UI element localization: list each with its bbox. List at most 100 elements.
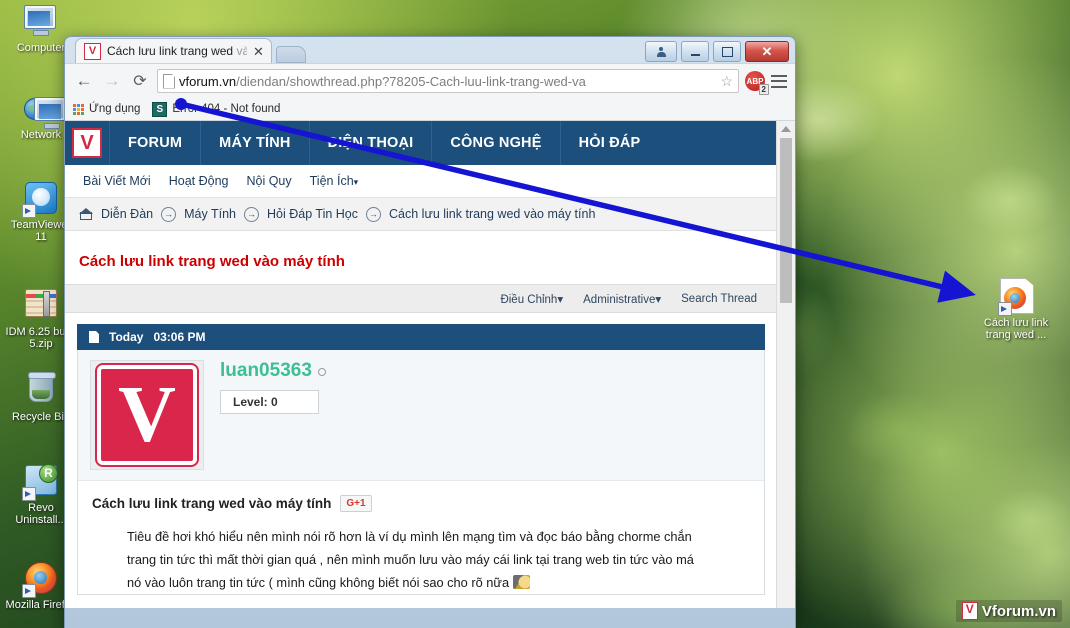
revo-uninstaller-icon (22, 464, 58, 501)
window-titlebar[interactable]: V Cách lưu link trang wed và ✕ ✕ (65, 37, 795, 63)
page-content: V FORUM MÁY TÍNH ĐIỆN THOẠI CÔNG NGHỆ HỎ… (65, 121, 777, 608)
nav-item-may-tinh[interactable]: MÁY TÍNH (200, 121, 308, 165)
minimize-button[interactable] (681, 41, 709, 62)
firefox-html-shortcut-icon (998, 278, 1034, 316)
shortcut-overlay-icon (22, 204, 36, 218)
teamviewer-icon (22, 182, 58, 218)
post-header: Today 03:06 PM (77, 324, 765, 350)
nav-item-hoi-dap[interactable]: HỎI ĐÁP (559, 121, 659, 165)
address-bar[interactable]: vforum.vn/diendan/showthread.php?78205-C… (157, 69, 739, 93)
avatar-vforum-mark: V (97, 365, 197, 465)
post-content: Cách lưu link trang wed vào máy tính G+1… (78, 481, 764, 594)
nav-item-forum[interactable]: FORUM (109, 121, 200, 165)
recycle-bin-icon (24, 372, 58, 408)
adblock-count-badge: 2 (758, 84, 769, 95)
scrollbar-up-arrow-icon[interactable] (781, 126, 791, 132)
user-level-badge: Level: 0 (220, 390, 319, 414)
tab-favicon-vforum: V (84, 42, 101, 60)
vforum-watermark-mark: V (961, 602, 978, 620)
chevron-down-icon: ▾ (353, 177, 359, 187)
breadcrumb-item-may-tinh[interactable]: Máy Tính (184, 207, 236, 221)
thread-tool-dieu-chinh[interactable]: Điều Chỉnh▾ (500, 292, 563, 306)
subnav-item-tien-ich[interactable]: Tiện Ích▾ (310, 174, 359, 188)
bookmarks-bar: Ứng dụng S Error 404 - Not found (65, 98, 795, 121)
tab-title: Cách lưu link trang wed và (107, 44, 247, 58)
tab-active[interactable]: V Cách lưu link trang wed và ✕ (75, 38, 272, 63)
back-button[interactable]: ← (73, 70, 95, 92)
chrome-user-profile-button[interactable] (645, 41, 677, 62)
bookmark-star-icon[interactable]: ☆ (716, 73, 733, 90)
post-text-line-with-emoji: nó vào luôn trang tin tức ( mình cũng kh… (127, 571, 764, 594)
computer-icon (24, 5, 58, 39)
chevron-down-icon: ▾ (655, 293, 662, 306)
forum-logo[interactable]: V (65, 121, 109, 165)
forum-sub-nav: Bài Viết Mới Hoạt Động Nội Quy Tiện Ích▾ (65, 165, 777, 198)
thread-toolbar: Điều Chỉnh▾ Administrative▾ Search Threa… (65, 284, 777, 313)
nav-item-dien-thoai[interactable]: ĐIỆN THOẠI (308, 121, 432, 165)
post-text-line: Tiêu đề hơi khó hiểu nên mình nói rõ hơn… (127, 529, 692, 544)
winrar-archive-icon (24, 289, 58, 323)
breadcrumb-separator-icon: → (366, 206, 382, 222)
minimize-icon (690, 53, 700, 56)
bookmark-error-404[interactable]: S Error 404 - Not found (152, 101, 281, 117)
post-subject-row: Cách lưu link trang wed vào máy tính G+1 (92, 495, 764, 512)
maximize-button[interactable] (713, 41, 741, 62)
post-time: 03:06 PM (153, 330, 206, 344)
vforum-logo-mark: V (72, 128, 102, 158)
subnav-item-bai-viet-moi[interactable]: Bài Viết Mới (83, 174, 151, 188)
vforum-watermark: V Vforum.vn (955, 600, 1062, 622)
chrome-menu-icon[interactable] (771, 74, 787, 88)
bookmark-label: Error 404 - Not found (172, 103, 281, 115)
post-date: Today (109, 330, 144, 344)
page-info-icon[interactable] (163, 73, 175, 89)
network-icon (24, 92, 66, 129)
breadcrumb-item-current: Cách lưu link trang wed vào máy tính (389, 207, 596, 221)
nav-item-cong-nghe[interactable]: CÔNG NGHỆ (431, 121, 559, 165)
adblock-plus-icon[interactable]: ABP 2 (745, 71, 769, 95)
breadcrumb: Diễn Đàn → Máy Tính → Hỏi Đáp Tin Học → … (65, 198, 777, 231)
post-user-block: V luan05363 Level: 0 (78, 350, 764, 481)
close-button[interactable]: ✕ (745, 41, 789, 62)
window-controls: ✕ (645, 41, 789, 62)
forward-button[interactable]: → (101, 70, 123, 92)
post-user-meta: luan05363 Level: 0 (220, 360, 326, 414)
breadcrumb-item-hoi-dap-tin-hoc[interactable]: Hỏi Đáp Tin Học (267, 207, 358, 221)
shortcut-overlay-icon (22, 584, 36, 598)
page-viewport: V FORUM MÁY TÍNH ĐIỆN THOẠI CÔNG NGHỆ HỎ… (65, 121, 795, 608)
bookmark-label: Ứng dụng (89, 103, 141, 115)
bookmark-apps[interactable]: Ứng dụng (73, 103, 140, 115)
tab-strip: V Cách lưu link trang wed và ✕ (75, 38, 306, 63)
thread-tool-search-thread[interactable]: Search Thread (681, 293, 757, 305)
scrollbar-thumb[interactable] (780, 138, 792, 303)
shortcut-overlay-icon (22, 487, 36, 501)
post-subject: Cách lưu link trang wed vào máy tính (92, 496, 332, 511)
shortcut-overlay-icon (998, 302, 1012, 316)
subnav-item-hoat-dong[interactable]: Hoạt Động (169, 174, 229, 188)
breadcrumb-separator-icon: → (161, 206, 177, 222)
address-bar-url: vforum.vn/diendan/showthread.php?78205-C… (179, 73, 586, 89)
google-plus-one-button[interactable]: G+1 (340, 495, 372, 512)
person-icon (656, 47, 666, 57)
reload-button[interactable]: ⟳ (129, 70, 151, 92)
page-scrollbar[interactable] (776, 121, 795, 608)
avatar[interactable]: V (90, 360, 204, 470)
subnav-item-noi-quy[interactable]: Nội Quy (246, 174, 291, 188)
vforum-watermark-text: Vforum.vn (981, 602, 1056, 620)
online-status-icon (317, 367, 326, 376)
new-tab-button[interactable] (275, 46, 306, 63)
home-icon[interactable] (79, 208, 93, 220)
breadcrumb-separator-icon: → (244, 206, 259, 222)
browser-toolbar: ← → ⟳ vforum.vn/diendan/showthread.php?7… (65, 63, 795, 98)
thread-title: Cách lưu link trang wed vào máy tính (79, 253, 345, 270)
breadcrumb-item-dien-dan[interactable]: Diễn Đàn (101, 207, 153, 221)
post-doc-icon (89, 331, 99, 343)
firefox-icon (22, 562, 58, 598)
desktop-shortcut-saved-link[interactable]: Cách lưu link trang wed ... (975, 278, 1057, 341)
browser-window: V Cách lưu link trang wed và ✕ ✕ ← → ⟳ v… (64, 36, 796, 628)
post-text: Tiêu đề hơi khó hiểu nên mình nói rõ hơn… (92, 525, 764, 594)
chevron-down-icon: ▾ (557, 293, 564, 306)
thread-tool-administrative[interactable]: Administrative▾ (583, 292, 661, 306)
maximize-icon (721, 46, 733, 57)
tab-close-icon[interactable]: ✕ (253, 45, 264, 58)
post-username[interactable]: luan05363 (220, 360, 312, 381)
